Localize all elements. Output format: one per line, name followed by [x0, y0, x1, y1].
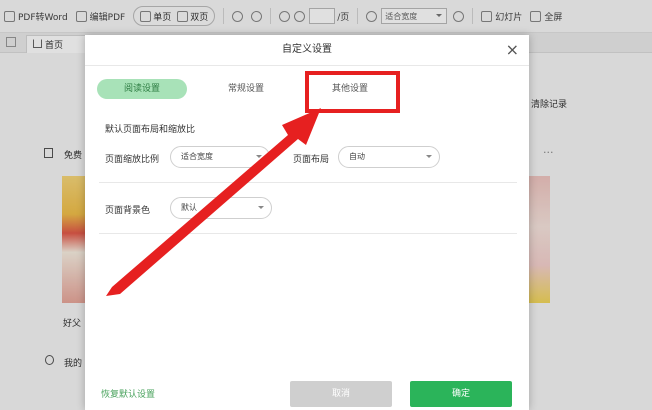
chevron-down-icon — [256, 155, 262, 161]
row-divider — [99, 182, 517, 183]
section-title: 默认页面布局和缩放比 — [105, 125, 196, 135]
page-layout-select[interactable]: 自动 — [338, 146, 440, 168]
row-divider — [99, 233, 517, 234]
background-color-select[interactable]: 默认 — [170, 197, 272, 219]
tab-general-settings[interactable]: 常规设置 — [203, 79, 289, 99]
zoom-ratio-label: 页面缩放比例 — [105, 155, 160, 165]
background-color-label: 页面背景色 — [105, 206, 151, 216]
page-layout-value: 自动 — [349, 152, 365, 161]
close-icon[interactable]: × — [506, 41, 519, 59]
tab-reading-settings[interactable]: 阅读设置 — [97, 79, 187, 99]
zoom-ratio-select[interactable]: 适合宽度 — [170, 146, 270, 168]
chevron-down-icon — [426, 155, 432, 161]
highlight-box — [305, 71, 400, 113]
background-color-value: 默认 — [181, 203, 197, 212]
title-divider — [85, 65, 529, 66]
cancel-button[interactable]: 取消 — [290, 381, 392, 407]
confirm-button[interactable]: 确定 — [410, 381, 512, 407]
restore-defaults-link[interactable]: 恢复默认设置 — [101, 387, 155, 400]
page-layout-label: 页面布局 — [293, 155, 330, 165]
chevron-down-icon — [258, 206, 264, 212]
zoom-ratio-value: 适合宽度 — [181, 152, 213, 161]
dialog-title: 自定义设置 — [282, 44, 332, 55]
